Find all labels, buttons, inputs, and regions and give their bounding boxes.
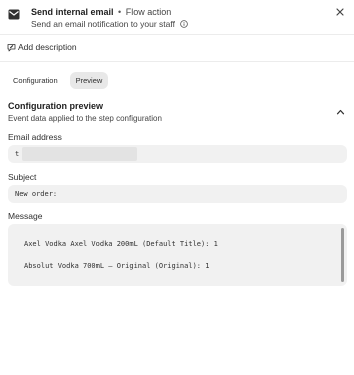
email-field[interactable]: t <box>8 145 347 163</box>
flow-action-panel: Send internal email • Flow action Send a… <box>0 0 354 375</box>
message-scrollbar[interactable] <box>341 228 344 282</box>
message-field[interactable]: Axel Vodka Axel Vodka 200mL (Default Tit… <box>8 224 347 286</box>
chevron-up-icon[interactable] <box>336 109 345 115</box>
redacted-email <box>22 147 137 161</box>
add-description-label: Add description <box>18 42 77 52</box>
info-icon[interactable] <box>180 20 189 28</box>
section-title: Configuration preview <box>8 101 104 111</box>
tab-configuration[interactable]: Configuration <box>7 72 64 89</box>
message-label: Message <box>8 211 43 221</box>
add-description-button[interactable]: Add description <box>7 42 77 52</box>
section-subtitle: Event data applied to the step configura… <box>8 114 162 123</box>
tab-bar: Configuration Preview <box>7 72 109 89</box>
action-kind: Flow action <box>125 7 172 17</box>
action-title: Send internal email <box>31 7 114 17</box>
subtitle-text: Send an email notification to your staff <box>31 19 175 29</box>
panel-subtitle: Send an email notification to your staff <box>31 19 189 29</box>
panel-title: Send internal email • Flow action <box>31 7 171 17</box>
message-line: Axel Vodka Axel Vodka 200mL (Default Tit… <box>24 240 218 248</box>
comment-edit-icon <box>7 43 16 51</box>
subject-value: New order: <box>15 190 58 198</box>
panel-header: Send internal email • Flow action Send a… <box>0 0 354 35</box>
close-icon[interactable] <box>334 6 346 18</box>
tab-preview[interactable]: Preview <box>69 72 109 89</box>
email-label: Email address <box>8 132 62 142</box>
subject-field[interactable]: New order: <box>8 185 347 203</box>
title-separator: • <box>118 7 122 17</box>
mail-icon <box>8 9 20 20</box>
message-line: Absolut Vodka 700mL – Original (Original… <box>24 262 210 270</box>
subject-label: Subject <box>8 172 37 182</box>
email-value: t <box>15 150 20 158</box>
divider <box>0 61 354 62</box>
